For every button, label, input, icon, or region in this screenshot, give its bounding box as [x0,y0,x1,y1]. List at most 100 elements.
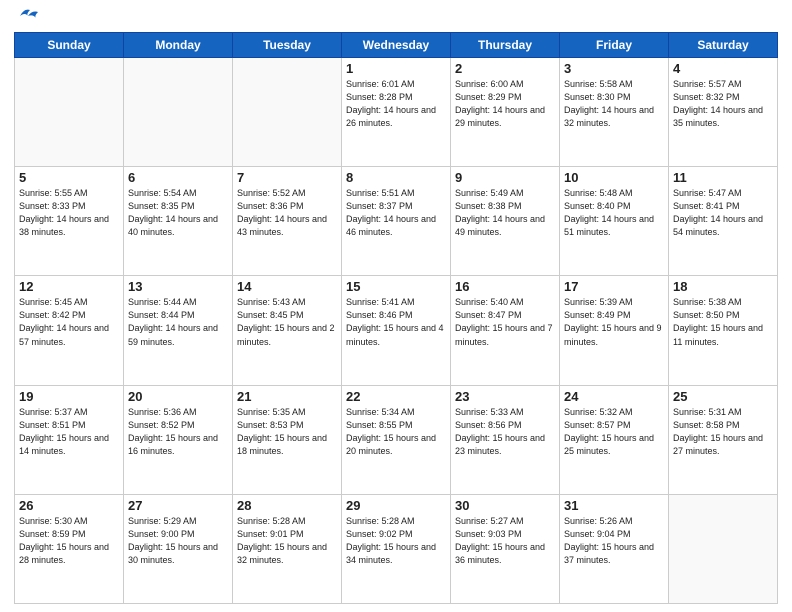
weekday-header: Friday [560,33,669,58]
day-info: Sunrise: 5:39 AM Sunset: 8:49 PM Dayligh… [564,296,664,348]
day-number: 22 [346,389,446,404]
weekday-header: Tuesday [233,33,342,58]
calendar-day-cell: 26Sunrise: 5:30 AM Sunset: 8:59 PM Dayli… [15,494,124,603]
day-number: 15 [346,279,446,294]
day-info: Sunrise: 5:52 AM Sunset: 8:36 PM Dayligh… [237,187,337,239]
calendar-day-cell: 7 Sunrise: 5:52 AM Sunset: 8:36 PM Daylig… [233,167,342,276]
day-number: 6 [128,170,228,185]
day-number: 7 [237,170,337,185]
day-number: 31 [564,498,664,513]
day-info: Sunrise: 5:43 AM Sunset: 8:45 PM Dayligh… [237,296,337,348]
day-number: 20 [128,389,228,404]
day-number: 10 [564,170,664,185]
calendar-day-cell: 6 Sunrise: 5:54 AM Sunset: 8:35 PM Daylig… [124,167,233,276]
calendar-day-cell: 14 Sunrise: 5:43 AM Sunset: 8:45 PM Dayli… [233,276,342,385]
day-info: Sunrise: 5:28 AM Sunset: 9:01 PM Dayligh… [237,515,337,567]
day-info: Sunrise: 5:49 AM Sunset: 8:38 PM Dayligh… [455,187,555,239]
calendar-day-cell: 13 Sunrise: 5:44 AM Sunset: 8:44 PM Dayli… [124,276,233,385]
day-number: 5 [19,170,119,185]
calendar-week-row: 26Sunrise: 5:30 AM Sunset: 8:59 PM Dayli… [15,494,778,603]
weekday-header: Thursday [451,33,560,58]
calendar-day-cell: 16 Sunrise: 5:40 AM Sunset: 8:47 PM Dayli… [451,276,560,385]
day-number: 9 [455,170,555,185]
day-info: Sunrise: 5:34 AM Sunset: 8:55 PM Dayligh… [346,406,446,458]
weekday-header: Wednesday [342,33,451,58]
calendar-week-row: 12 Sunrise: 5:45 AM Sunset: 8:42 PM Dayli… [15,276,778,385]
calendar-day-cell: 8 Sunrise: 5:51 AM Sunset: 8:37 PM Daylig… [342,167,451,276]
calendar-day-cell [15,58,124,167]
calendar-day-cell: 28 Sunrise: 5:28 AM Sunset: 9:01 PM Dayli… [233,494,342,603]
calendar-day-cell: 4 Sunrise: 5:57 AM Sunset: 8:32 PM Daylig… [669,58,778,167]
calendar-day-cell: 30 Sunrise: 5:27 AM Sunset: 9:03 PM Dayli… [451,494,560,603]
calendar-day-cell: 24 Sunrise: 5:32 AM Sunset: 8:57 PM Dayli… [560,385,669,494]
calendar-day-cell: 10 Sunrise: 5:48 AM Sunset: 8:40 PM Dayli… [560,167,669,276]
day-info: Sunrise: 5:30 AM Sunset: 8:59 PM Dayligh… [19,515,119,567]
calendar-day-cell: 18Sunrise: 5:38 AM Sunset: 8:50 PM Dayli… [669,276,778,385]
day-info: Sunrise: 5:29 AM Sunset: 9:00 PM Dayligh… [128,515,228,567]
day-info: Sunrise: 5:38 AM Sunset: 8:50 PM Dayligh… [673,296,773,348]
calendar-day-cell [669,494,778,603]
calendar-day-cell: 29 Sunrise: 5:28 AM Sunset: 9:02 PM Dayli… [342,494,451,603]
day-info: Sunrise: 5:31 AM Sunset: 8:58 PM Dayligh… [673,406,773,458]
day-number: 27 [128,498,228,513]
weekday-header: Saturday [669,33,778,58]
day-number: 16 [455,279,555,294]
day-info: Sunrise: 5:45 AM Sunset: 8:42 PM Dayligh… [19,296,119,348]
calendar-day-cell [124,58,233,167]
day-number: 30 [455,498,555,513]
day-number: 24 [564,389,664,404]
day-number: 28 [237,498,337,513]
calendar-day-cell: 3Sunrise: 5:58 AM Sunset: 8:30 PM Daylig… [560,58,669,167]
day-info: Sunrise: 5:41 AM Sunset: 8:46 PM Dayligh… [346,296,446,348]
calendar-day-cell: 9 Sunrise: 5:49 AM Sunset: 8:38 PM Daylig… [451,167,560,276]
day-info: Sunrise: 5:44 AM Sunset: 8:44 PM Dayligh… [128,296,228,348]
day-number: 14 [237,279,337,294]
day-number: 11 [673,170,773,185]
calendar-day-cell: 20 Sunrise: 5:36 AM Sunset: 8:52 PM Dayli… [124,385,233,494]
calendar-day-cell: 31 Sunrise: 5:26 AM Sunset: 9:04 PM Dayli… [560,494,669,603]
day-info: Sunrise: 5:48 AM Sunset: 8:40 PM Dayligh… [564,187,664,239]
calendar-day-cell: 25 Sunrise: 5:31 AM Sunset: 8:58 PM Dayli… [669,385,778,494]
day-number: 13 [128,279,228,294]
day-info: Sunrise: 5:35 AM Sunset: 8:53 PM Dayligh… [237,406,337,458]
day-info: Sunrise: 5:57 AM Sunset: 8:32 PM Dayligh… [673,78,773,130]
weekday-header: Monday [124,33,233,58]
calendar-day-cell: 19Sunrise: 5:37 AM Sunset: 8:51 PM Dayli… [15,385,124,494]
day-info: Sunrise: 5:51 AM Sunset: 8:37 PM Dayligh… [346,187,446,239]
day-number: 21 [237,389,337,404]
day-number: 1 [346,61,446,76]
day-number: 2 [455,61,555,76]
day-info: Sunrise: 5:37 AM Sunset: 8:51 PM Dayligh… [19,406,119,458]
calendar-day-cell: 5 Sunrise: 5:55 AM Sunset: 8:33 PM Daylig… [15,167,124,276]
day-number: 8 [346,170,446,185]
day-info: Sunrise: 5:32 AM Sunset: 8:57 PM Dayligh… [564,406,664,458]
day-number: 12 [19,279,119,294]
day-info: Sunrise: 5:54 AM Sunset: 8:35 PM Dayligh… [128,187,228,239]
calendar-day-cell: 12 Sunrise: 5:45 AM Sunset: 8:42 PM Dayli… [15,276,124,385]
weekday-header-row: SundayMondayTuesdayWednesdayThursdayFrid… [15,33,778,58]
calendar-day-cell [233,58,342,167]
header [14,10,778,24]
logo-bird-icon [16,6,38,24]
day-info: Sunrise: 5:40 AM Sunset: 8:47 PM Dayligh… [455,296,555,348]
day-number: 25 [673,389,773,404]
day-number: 29 [346,498,446,513]
day-info: Sunrise: 5:55 AM Sunset: 8:33 PM Dayligh… [19,187,119,239]
day-info: Sunrise: 5:28 AM Sunset: 9:02 PM Dayligh… [346,515,446,567]
calendar-day-cell: 17 Sunrise: 5:39 AM Sunset: 8:49 PM Dayli… [560,276,669,385]
day-number: 3 [564,61,664,76]
day-info: Sunrise: 6:00 AM Sunset: 8:29 PM Dayligh… [455,78,555,130]
day-info: Sunrise: 5:27 AM Sunset: 9:03 PM Dayligh… [455,515,555,567]
day-number: 4 [673,61,773,76]
day-info: Sunrise: 5:47 AM Sunset: 8:41 PM Dayligh… [673,187,773,239]
day-info: Sunrise: 5:33 AM Sunset: 8:56 PM Dayligh… [455,406,555,458]
calendar-table: SundayMondayTuesdayWednesdayThursdayFrid… [14,32,778,604]
logo [14,10,38,24]
calendar-day-cell: 11 Sunrise: 5:47 AM Sunset: 8:41 PM Dayli… [669,167,778,276]
day-info: Sunrise: 5:36 AM Sunset: 8:52 PM Dayligh… [128,406,228,458]
day-info: Sunrise: 5:26 AM Sunset: 9:04 PM Dayligh… [564,515,664,567]
calendar-day-cell: 23 Sunrise: 5:33 AM Sunset: 8:56 PM Dayli… [451,385,560,494]
weekday-header: Sunday [15,33,124,58]
day-number: 23 [455,389,555,404]
day-number: 17 [564,279,664,294]
